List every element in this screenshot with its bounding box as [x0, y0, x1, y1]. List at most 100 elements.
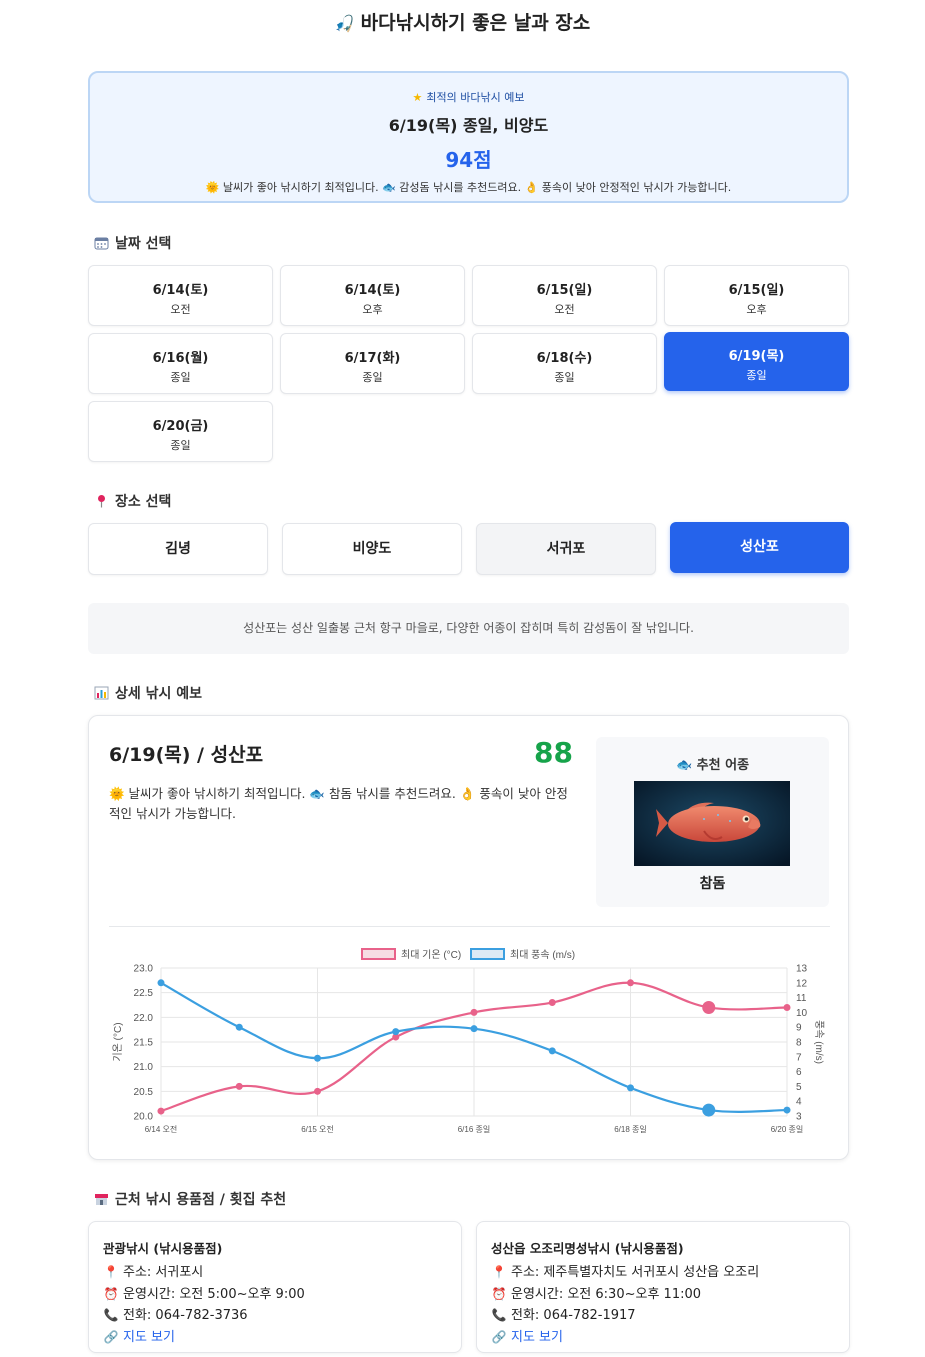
- date-option-0615-am[interactable]: 6/15(일) 오전: [472, 265, 657, 326]
- recommended-fish-panel: 🐟 추천 어종 참돔: [596, 737, 829, 907]
- x-tick-label: 6/15 오전: [301, 1124, 334, 1134]
- store-map-link[interactable]: 🔗 지도 보기: [491, 1327, 835, 1349]
- forecast-line-chart: 23.0 22.5 22.0 21.5 21.0 20.5 20.0 13 12 11 10 9 8 7 6…: [112, 948, 825, 1134]
- store-phone: 📞 전화: 064-782-3736: [103, 1305, 447, 1327]
- alarm-clock-icon: ⏰: [103, 1286, 119, 1301]
- data-point: [470, 1025, 478, 1033]
- store-phone: 📞 전화: 064-782-1917: [491, 1305, 835, 1327]
- pin-icon: 📍: [491, 1265, 507, 1279]
- detail-forecast-card: 6/19(목) / 성산포 88 🌞 날씨가 좋아 낚시하기 최적입니다. 🐟 …: [88, 715, 849, 1160]
- store-name: 관광낚시 (낚시용품점): [103, 1241, 223, 1256]
- location-option-biyangdo[interactable]: 비양도: [282, 523, 462, 575]
- y-left-tick-label: 20.0: [134, 1112, 154, 1123]
- store-icon: [95, 1194, 108, 1205]
- bar-chart-icon: [94, 686, 109, 700]
- date-option-0619-selected[interactable]: 6/19(목) 종일: [664, 332, 849, 391]
- x-tick-label: 6/18 종일: [614, 1125, 647, 1134]
- y-right-tick-label: 10: [796, 1008, 808, 1019]
- calendar-icon: [94, 237, 109, 250]
- data-point: [235, 1023, 243, 1031]
- date-option-0616[interactable]: 6/16(월) 종일: [88, 333, 273, 394]
- data-point: [627, 1084, 634, 1092]
- data-point: [548, 999, 556, 1007]
- y-left-tick-label: 20.5: [134, 1087, 154, 1098]
- data-point: [470, 1008, 478, 1016]
- y-left-axis-label: 기온 (°C): [112, 1022, 124, 1061]
- y-right-tick-label: 12: [796, 978, 808, 989]
- legend-swatch: [470, 948, 505, 960]
- pin-icon: 📍: [103, 1265, 119, 1279]
- date-option-0618[interactable]: 6/18(수) 종일: [472, 333, 657, 394]
- store-card-ojori-myeongseong: 성산읍 오조리명성낚시 (낚시용품점) 📍 주소: 제주특별자치도 서귀포시 성산…: [476, 1221, 850, 1353]
- y-right-tick-label: 4: [796, 1097, 802, 1108]
- link-icon: 🔗: [103, 1329, 119, 1344]
- y-right-tick-label: 3: [796, 1112, 802, 1123]
- y-left-tick-label: 23.0: [134, 964, 154, 975]
- location-option-seongsanpo-selected[interactable]: 성산포: [670, 522, 849, 573]
- recommended-fish-title: 🐟 추천 어종: [675, 758, 750, 773]
- phone-icon: 📞: [491, 1308, 507, 1322]
- y-right-tick-label: 11: [796, 993, 807, 1004]
- data-point: [157, 979, 165, 987]
- data-point: [314, 1087, 321, 1095]
- x-tick-label: 6/14 오전: [145, 1124, 178, 1134]
- store-hours: ⏰ 운영시간: 오전 5:00~오후 9:00: [103, 1284, 447, 1306]
- detail-description: 🌞 날씨가 좋아 낚시하기 최적입니다. 🐟 참돔 낚시를 추천드려요. 👌 풍…: [109, 786, 568, 821]
- data-point: [392, 1028, 400, 1036]
- person-fishing-icon: 🎣: [334, 14, 355, 33]
- data-point: [548, 1047, 556, 1055]
- x-tick-label: 6/20 종일: [771, 1125, 804, 1134]
- phone-icon: 📞: [103, 1308, 119, 1322]
- location-description: 성산포는 성산 일출봉 근처 항구 마을로, 다양한 어종이 잡히며 특히 감성…: [88, 603, 849, 654]
- legend-label: 최대 기온 (°C): [401, 949, 461, 961]
- y-right-tick-label: 7: [796, 1052, 802, 1063]
- y-left-tick-label: 21.5: [134, 1038, 154, 1049]
- data-point: [702, 1103, 716, 1117]
- store-card-gwanggwang: 관광낚시 (낚시용품점) 📍 주소: 서귀포시 ⏰ 운영시간: 오전 5:00~오후…: [88, 1221, 462, 1353]
- location-option-seogwipo[interactable]: 서귀포: [476, 523, 656, 575]
- pin-icon: [98, 495, 105, 508]
- best-forecast-description: 🌞 날씨가 좋아 낚시하기 최적입니다. 🐟 감성돔 낚시를 추천드려요. 👌 …: [205, 181, 732, 194]
- store-name: 성산읍 오조리명성낚시 (낚시용품점): [491, 1241, 684, 1256]
- divider: [109, 926, 830, 927]
- detail-title: 6/19(목) / 성산포: [109, 744, 264, 766]
- date-option-0614-pm[interactable]: 6/14(토) 오후: [280, 265, 465, 326]
- y-right-tick-label: 6: [796, 1067, 802, 1078]
- detail-score: 88: [534, 736, 573, 769]
- best-forecast-score: 94점: [445, 148, 492, 172]
- data-point: [157, 1107, 165, 1115]
- date-section-heading: 날짜 선택: [94, 233, 171, 253]
- x-tick-label: 6/16 종일: [458, 1125, 491, 1134]
- data-point: [235, 1082, 243, 1090]
- y-left-tick-label: 21.0: [134, 1062, 154, 1073]
- best-forecast-title: 6/19(목) 종일, 비양도: [388, 116, 549, 135]
- best-forecast-panel: ★ 최적의 바다낚시 예보 6/19(목) 종일, 비양도 94점 🌞 날씨가 좋…: [88, 71, 849, 203]
- store-address: 📍 주소: 서귀포시: [103, 1262, 447, 1284]
- red-seabream-image: [634, 781, 790, 866]
- location-option-gimnyeong[interactable]: 김녕: [88, 523, 268, 575]
- date-option-0620[interactable]: 6/20(금) 종일: [88, 401, 273, 462]
- y-right-tick-label: 9: [796, 1023, 802, 1034]
- date-option-0615-pm[interactable]: 6/15(일) 오후: [664, 265, 849, 326]
- best-forecast-label: ★ 최적의 바다낚시 예보: [412, 91, 525, 104]
- alarm-clock-icon: ⏰: [491, 1286, 507, 1301]
- data-point: [314, 1054, 321, 1062]
- data-point: [627, 979, 634, 987]
- date-option-0614-am[interactable]: 6/14(토) 오전: [88, 265, 273, 326]
- store-address: 📍 주소: 제주특별자치도 서귀포시 성산읍 오조리: [491, 1262, 835, 1284]
- store-map-link[interactable]: 🔗 지도 보기: [103, 1327, 447, 1349]
- link-icon: 🔗: [491, 1329, 507, 1344]
- data-point: [783, 1003, 791, 1011]
- page-title: 🎣 바다낚시하기 좋은 날과 장소: [334, 12, 591, 34]
- y-right-axis-label: 풍속 (m/s): [813, 1020, 825, 1064]
- store-hours: ⏰ 운영시간: 오전 6:30~오후 11:00: [491, 1284, 835, 1306]
- date-option-0617[interactable]: 6/17(화) 종일: [280, 333, 465, 394]
- star-icon: ★: [412, 91, 423, 104]
- y-left-tick-label: 22.0: [134, 1013, 154, 1024]
- y-left-tick-label: 22.5: [134, 988, 154, 999]
- location-section-heading: 장소 선택: [94, 491, 171, 511]
- detail-section-heading: 상세 낚시 예보: [94, 683, 202, 703]
- legend-label: 최대 풍속 (m/s): [510, 949, 575, 961]
- store-section-heading: 근처 낚시 용품점 / 횟집 추천: [94, 1189, 286, 1209]
- data-point: [783, 1106, 791, 1114]
